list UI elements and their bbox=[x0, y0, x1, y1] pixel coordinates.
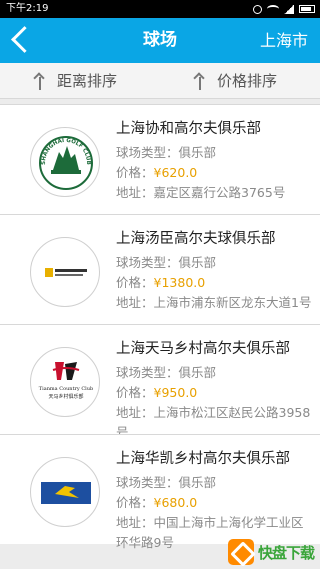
club-type: 俱乐部 bbox=[178, 365, 217, 380]
status-time: 下午2:19 bbox=[6, 3, 49, 14]
watermark-text: 快盘下载 bbox=[258, 544, 315, 562]
list-item[interactable]: 上海汤臣高尔夫球俱乐部 球场类型：俱乐部 价格：¥1380.0 地址：上海市浦东… bbox=[0, 214, 320, 324]
club-name: 上海协和高尔夫俱乐部 bbox=[116, 121, 261, 137]
club-logo bbox=[30, 237, 100, 307]
watermark-logo: 快盘下载 bbox=[228, 539, 316, 565]
sort-by-price-button[interactable]: 价格排序 bbox=[194, 63, 277, 99]
price-label: 价格： bbox=[116, 165, 154, 180]
price-label: 价格： bbox=[116, 495, 154, 510]
club-type: 俱乐部 bbox=[178, 255, 217, 270]
list-item[interactable]: SHANGHAI GOLF CLUB 上海协和高尔夫俱乐部 球场类型：俱乐部 价… bbox=[0, 104, 320, 214]
club-logo bbox=[30, 457, 100, 527]
arrow-up-icon bbox=[34, 74, 46, 90]
club-price: ¥950.0 bbox=[153, 385, 198, 400]
club-address: 上海市浦东新区龙东大道1号 bbox=[153, 295, 312, 310]
address-label: 地址： bbox=[116, 185, 154, 200]
club-logo: Tianma Country Club 天马乡村俱乐部 bbox=[30, 347, 100, 417]
list-item[interactable]: Tianma Country Club 天马乡村俱乐部 上海天马乡村高尔夫俱乐部… bbox=[0, 324, 320, 440]
club-list: SHANGHAI GOLF CLUB 上海协和高尔夫俱乐部 球场类型：俱乐部 价… bbox=[0, 104, 320, 550]
club-address: 嘉定区嘉行公路3765号 bbox=[153, 185, 286, 200]
status-icons bbox=[253, 0, 315, 18]
arrow-up-icon bbox=[194, 74, 206, 90]
price-label: 价格： bbox=[116, 385, 154, 400]
price-label: 价格： bbox=[116, 275, 154, 290]
sort-price-label: 价格排序 bbox=[217, 72, 278, 90]
sort-distance-label: 距离排序 bbox=[57, 72, 118, 90]
city-selector[interactable]: 上海市 bbox=[260, 18, 308, 63]
address-label: 地址： bbox=[116, 405, 154, 420]
club-type: 俱乐部 bbox=[178, 145, 217, 160]
watermark-k-icon bbox=[228, 539, 254, 565]
battery-icon bbox=[299, 5, 315, 13]
sort-bar: 距离排序 价格排序 bbox=[0, 63, 320, 99]
club-name: 上海汤臣高尔夫球俱乐部 bbox=[116, 231, 276, 247]
address-label: 地址： bbox=[116, 515, 154, 530]
club-name: 上海华凯乡村高尔夫俱乐部 bbox=[116, 451, 290, 467]
club-name: 上海天马乡村高尔夫俱乐部 bbox=[116, 341, 290, 357]
list-item[interactable]: 上海华凯乡村高尔夫俱乐部 球场类型：俱乐部 价格：¥680.0 地址：中国上海市… bbox=[0, 434, 320, 550]
alarm-icon bbox=[253, 4, 262, 14]
signal-icon bbox=[284, 4, 294, 14]
club-logo: SHANGHAI GOLF CLUB bbox=[30, 127, 100, 197]
club-price: ¥620.0 bbox=[153, 165, 198, 180]
type-label: 球场类型： bbox=[116, 365, 179, 380]
type-label: 球场类型： bbox=[116, 255, 179, 270]
address-label: 地址： bbox=[116, 295, 154, 310]
type-label: 球场类型： bbox=[116, 145, 179, 160]
nav-bar: 球场 上海市 bbox=[0, 18, 320, 63]
club-logo-text: Tianma Country Club bbox=[39, 386, 93, 392]
sort-by-distance-button[interactable]: 距离排序 bbox=[34, 63, 117, 99]
status-bar: 下午2:19 bbox=[0, 0, 320, 18]
type-label: 球场类型： bbox=[116, 475, 179, 490]
club-logo-subtext: 天马乡村俱乐部 bbox=[48, 393, 83, 400]
wifi-icon bbox=[267, 5, 279, 13]
club-price: ¥680.0 bbox=[153, 495, 198, 510]
club-type: 俱乐部 bbox=[178, 475, 217, 490]
club-price: ¥1380.0 bbox=[153, 275, 206, 290]
